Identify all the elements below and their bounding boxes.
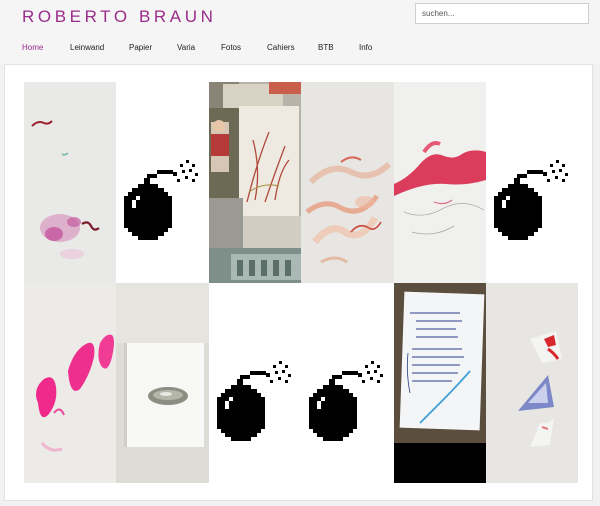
bomb-icon	[301, 283, 394, 483]
gallery-tile-bomb[interactable]	[116, 82, 209, 283]
painting-image	[301, 82, 394, 283]
gallery-tile-bomb[interactable]	[301, 283, 394, 483]
gallery-tile-bomb[interactable]	[486, 82, 578, 283]
gallery-tile-book-with-oval[interactable]	[116, 283, 209, 483]
header: ROBERTO BRAUN Home Leinwand Papier Varia…	[0, 0, 600, 64]
gallery-tile-painting-red-scribble[interactable]	[394, 82, 486, 283]
book-image	[116, 283, 209, 483]
gallery-panel	[4, 64, 593, 501]
painting-image	[394, 82, 486, 283]
nav-info[interactable]: Info	[359, 43, 372, 52]
bomb-icon	[116, 82, 209, 283]
nav-btb[interactable]: BTB	[318, 43, 334, 52]
gallery-tile-painting-pink-smudge[interactable]	[24, 82, 116, 283]
gallery-tile-painting-pink-blobs[interactable]	[24, 283, 116, 483]
gallery-tile-bomb[interactable]	[209, 283, 301, 483]
gallery-tile-paper-fragments[interactable]	[486, 283, 578, 483]
nav-cahiers[interactable]: Cahiers	[267, 43, 295, 52]
bomb-icon	[486, 82, 578, 283]
search-input[interactable]	[415, 3, 589, 24]
painting-image	[24, 82, 116, 283]
gallery-tile-painting-peach-strokes[interactable]	[301, 82, 394, 283]
nav-fotos[interactable]: Fotos	[221, 43, 241, 52]
site-logo[interactable]: ROBERTO BRAUN	[22, 7, 216, 27]
nav-varia[interactable]: Varia	[177, 43, 195, 52]
notebook-image	[394, 283, 486, 483]
nav-papier[interactable]: Papier	[129, 43, 152, 52]
nav-leinwand[interactable]: Leinwand	[70, 43, 104, 52]
nav-home[interactable]: Home	[22, 43, 43, 52]
collage-image	[209, 82, 301, 283]
painting-image	[24, 283, 116, 483]
gallery-tile-notebook-handwriting[interactable]	[394, 283, 486, 483]
gallery-tile-collage-photos[interactable]	[209, 82, 301, 283]
bomb-icon	[209, 283, 301, 483]
fragments-image	[486, 283, 578, 483]
